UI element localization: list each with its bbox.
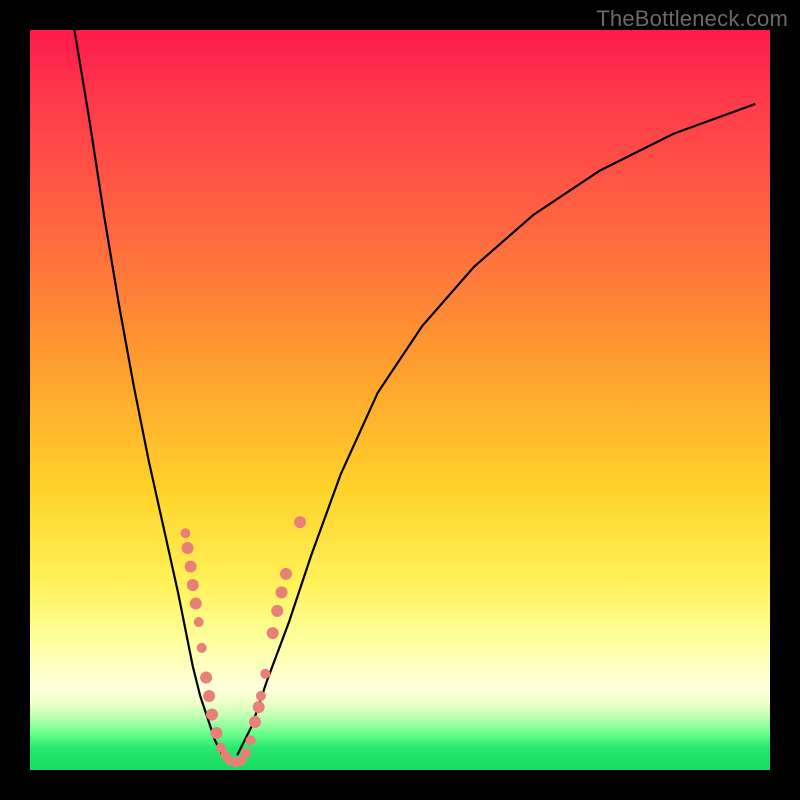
data-point	[180, 528, 190, 538]
data-point	[253, 701, 265, 713]
chart-svg	[30, 30, 770, 770]
data-point	[271, 605, 283, 617]
chart-frame: TheBottleneck.com	[0, 0, 800, 800]
data-point	[246, 735, 256, 745]
data-point	[206, 709, 218, 721]
data-point	[185, 561, 197, 573]
data-point	[194, 617, 204, 627]
data-point	[276, 586, 288, 598]
watermark-text: TheBottleneck.com	[596, 6, 788, 32]
data-point	[280, 568, 292, 580]
data-point	[211, 727, 223, 739]
data-point	[190, 598, 202, 610]
plot-area	[30, 30, 770, 770]
data-point	[203, 690, 215, 702]
data-point	[267, 627, 279, 639]
data-point	[294, 516, 306, 528]
right-curve	[237, 104, 755, 755]
data-point	[197, 643, 207, 653]
data-point	[182, 542, 194, 554]
data-point	[256, 691, 266, 701]
data-point	[249, 716, 261, 728]
data-point	[260, 669, 270, 679]
data-point	[200, 672, 212, 684]
data-point	[187, 579, 199, 591]
scatter-dots	[180, 516, 306, 768]
data-point	[241, 748, 251, 758]
